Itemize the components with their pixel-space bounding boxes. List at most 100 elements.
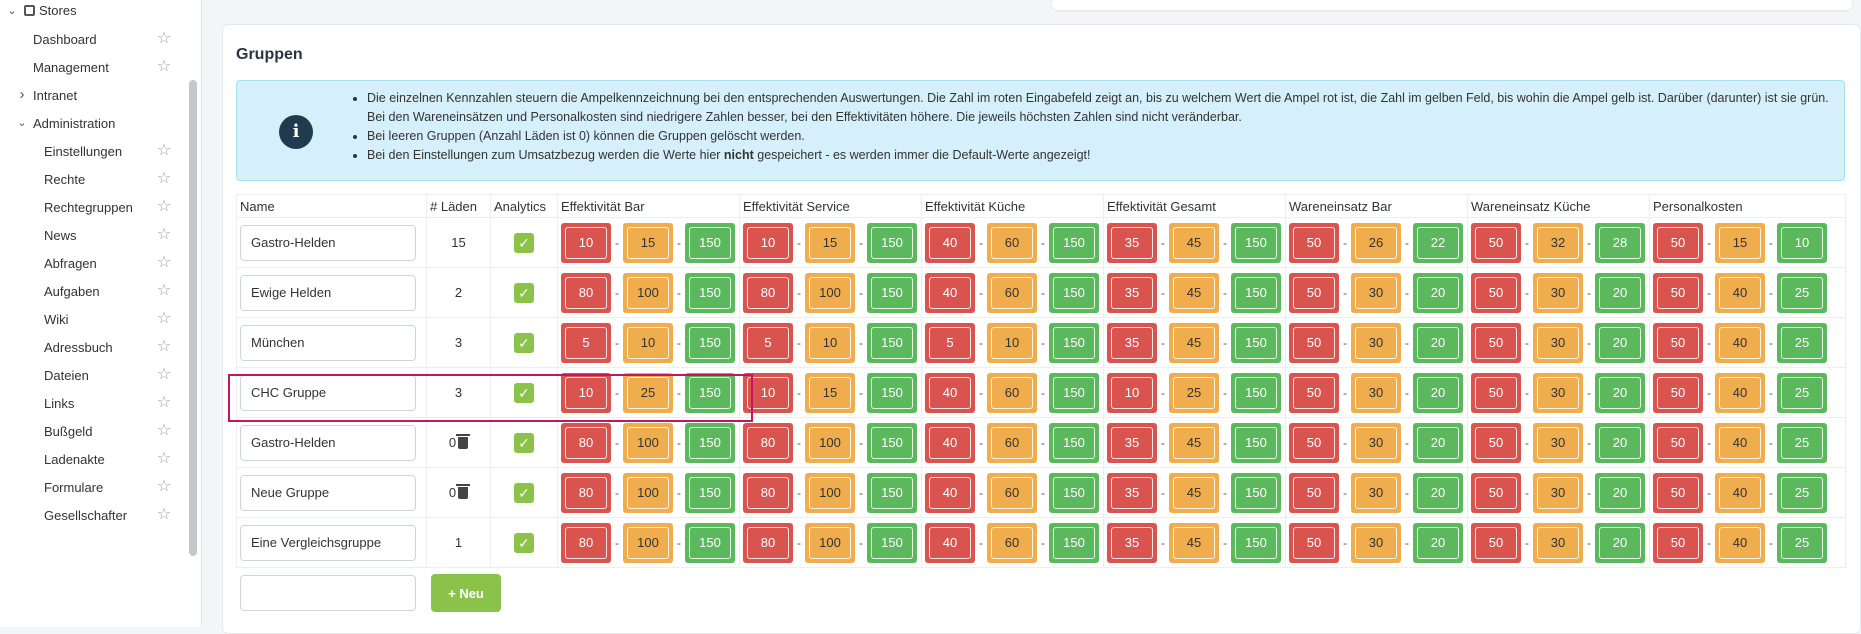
red-threshold-input[interactable]: 50 — [1289, 522, 1339, 563]
yellow-threshold-input[interactable]: 100 — [623, 272, 673, 313]
group-name-input[interactable] — [240, 324, 416, 361]
green-threshold-input[interactable]: 10 — [1777, 222, 1827, 263]
red-threshold-input[interactable]: 40 — [925, 522, 975, 563]
green-threshold-input[interactable]: 20 — [1413, 322, 1463, 363]
green-threshold-input[interactable]: 20 — [1595, 472, 1645, 513]
sidebar-item[interactable]: Aufgaben ☆ — [0, 276, 190, 306]
green-threshold-input[interactable]: 25 — [1777, 422, 1827, 463]
sidebar-item[interactable]: Links ☆ — [0, 388, 190, 418]
yellow-threshold-input[interactable]: 40 — [1715, 472, 1765, 513]
green-threshold-input[interactable]: 150 — [1231, 322, 1281, 363]
green-threshold-input[interactable]: 150 — [685, 272, 735, 313]
green-threshold-input[interactable]: 150 — [685, 372, 735, 413]
yellow-threshold-input[interactable]: 40 — [1715, 272, 1765, 313]
yellow-threshold-input[interactable]: 100 — [623, 522, 673, 563]
yellow-threshold-input[interactable]: 30 — [1533, 472, 1583, 513]
yellow-threshold-input[interactable]: 30 — [1351, 372, 1401, 413]
red-threshold-input[interactable]: 50 — [1653, 272, 1703, 313]
group-name-input[interactable] — [240, 424, 416, 461]
green-threshold-input[interactable]: 150 — [1231, 422, 1281, 463]
star-icon[interactable]: ☆ — [156, 311, 172, 327]
group-name-input[interactable] — [240, 274, 416, 311]
green-threshold-input[interactable]: 25 — [1777, 272, 1827, 313]
yellow-threshold-input[interactable]: 15 — [1715, 222, 1765, 263]
star-icon[interactable]: ☆ — [156, 143, 172, 159]
green-threshold-input[interactable]: 150 — [685, 522, 735, 563]
red-threshold-input[interactable]: 50 — [1653, 522, 1703, 563]
sidebar-item[interactable]: Rechte ☆ — [0, 164, 190, 194]
sidebar-item[interactable]: Abfragen ☆ — [0, 248, 190, 278]
star-icon[interactable]: ☆ — [156, 283, 172, 299]
sidebar-item[interactable]: Management ☆ — [0, 52, 190, 82]
yellow-threshold-input[interactable]: 30 — [1351, 322, 1401, 363]
yellow-threshold-input[interactable]: 100 — [623, 472, 673, 513]
yellow-threshold-input[interactable]: 10 — [623, 322, 673, 363]
yellow-threshold-input[interactable]: 45 — [1169, 522, 1219, 563]
yellow-threshold-input[interactable]: 30 — [1351, 272, 1401, 313]
red-threshold-input[interactable]: 50 — [1289, 322, 1339, 363]
green-threshold-input[interactable]: 150 — [1049, 322, 1099, 363]
red-threshold-input[interactable]: 80 — [561, 422, 611, 463]
red-threshold-input[interactable]: 50 — [1653, 422, 1703, 463]
green-threshold-input[interactable]: 150 — [867, 372, 917, 413]
sidebar-item[interactable]: News ☆ — [0, 220, 190, 250]
sidebar-item[interactable]: Dashboard ☆ — [0, 24, 190, 54]
green-threshold-input[interactable]: 20 — [1413, 272, 1463, 313]
green-threshold-input[interactable]: 28 — [1595, 222, 1645, 263]
red-threshold-input[interactable]: 50 — [1653, 372, 1703, 413]
yellow-threshold-input[interactable]: 100 — [623, 422, 673, 463]
green-threshold-input[interactable]: 150 — [1049, 222, 1099, 263]
green-threshold-input[interactable]: 150 — [867, 272, 917, 313]
analytics-checkbox[interactable]: ✓ — [514, 382, 534, 403]
green-threshold-input[interactable]: 150 — [1049, 272, 1099, 313]
yellow-threshold-input[interactable]: 30 — [1533, 522, 1583, 563]
yellow-threshold-input[interactable]: 15 — [805, 222, 855, 263]
green-threshold-input[interactable]: 25 — [1777, 522, 1827, 563]
yellow-threshold-input[interactable]: 60 — [987, 222, 1037, 263]
yellow-threshold-input[interactable]: 40 — [1715, 522, 1765, 563]
star-icon[interactable]: ☆ — [156, 451, 172, 467]
red-threshold-input[interactable]: 50 — [1471, 472, 1521, 513]
red-threshold-input[interactable]: 35 — [1107, 222, 1157, 263]
yellow-threshold-input[interactable]: 30 — [1533, 272, 1583, 313]
red-threshold-input[interactable]: 10 — [561, 222, 611, 263]
yellow-threshold-input[interactable]: 30 — [1533, 372, 1583, 413]
red-threshold-input[interactable]: 50 — [1471, 272, 1521, 313]
yellow-threshold-input[interactable]: 15 — [805, 372, 855, 413]
red-threshold-input[interactable]: 40 — [925, 372, 975, 413]
yellow-threshold-input[interactable]: 45 — [1169, 322, 1219, 363]
red-threshold-input[interactable]: 50 — [1471, 372, 1521, 413]
red-threshold-input[interactable]: 80 — [561, 522, 611, 563]
yellow-threshold-input[interactable]: 15 — [623, 222, 673, 263]
green-threshold-input[interactable]: 150 — [1231, 522, 1281, 563]
chevron-down-icon[interactable]: ⌄ — [6, 5, 18, 17]
yellow-threshold-input[interactable]: 100 — [805, 522, 855, 563]
sidebar-item[interactable]: Ladenakte ☆ — [0, 444, 190, 474]
trash-icon[interactable] — [456, 484, 471, 499]
red-threshold-input[interactable]: 10 — [1107, 372, 1157, 413]
yellow-threshold-input[interactable]: 30 — [1533, 422, 1583, 463]
yellow-threshold-input[interactable]: 100 — [805, 272, 855, 313]
green-threshold-input[interactable]: 25 — [1777, 372, 1827, 413]
green-threshold-input[interactable]: 150 — [685, 422, 735, 463]
green-threshold-input[interactable]: 150 — [867, 322, 917, 363]
sidebar-item[interactable]: Rechtegruppen ☆ — [0, 192, 190, 222]
star-icon[interactable]: ☆ — [156, 395, 172, 411]
red-threshold-input[interactable]: 50 — [1289, 372, 1339, 413]
red-threshold-input[interactable]: 80 — [743, 272, 793, 313]
group-name-input[interactable] — [240, 524, 416, 561]
yellow-threshold-input[interactable]: 40 — [1715, 372, 1765, 413]
yellow-threshold-input[interactable]: 10 — [805, 322, 855, 363]
group-name-input[interactable] — [240, 474, 416, 511]
green-threshold-input[interactable]: 150 — [867, 422, 917, 463]
analytics-checkbox[interactable]: ✓ — [514, 532, 534, 553]
red-threshold-input[interactable]: 35 — [1107, 422, 1157, 463]
red-threshold-input[interactable]: 50 — [1471, 322, 1521, 363]
red-threshold-input[interactable]: 35 — [1107, 272, 1157, 313]
yellow-threshold-input[interactable]: 45 — [1169, 272, 1219, 313]
green-threshold-input[interactable]: 150 — [1049, 422, 1099, 463]
trash-icon[interactable] — [456, 434, 471, 449]
green-threshold-input[interactable]: 20 — [1595, 322, 1645, 363]
red-threshold-input[interactable]: 50 — [1471, 422, 1521, 463]
red-threshold-input[interactable]: 50 — [1289, 272, 1339, 313]
